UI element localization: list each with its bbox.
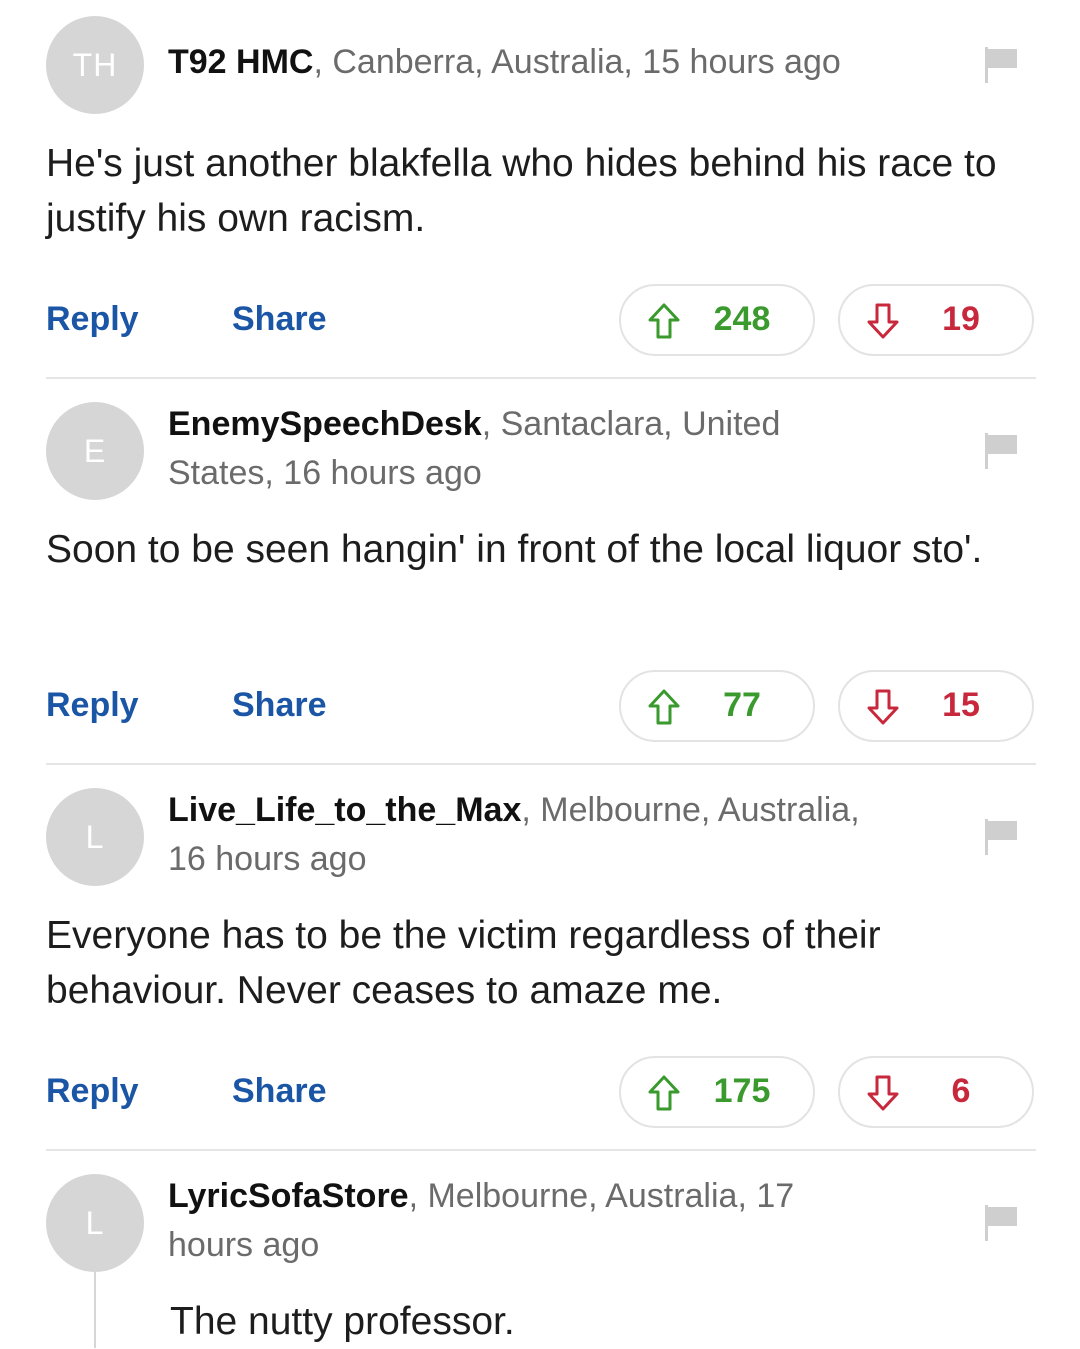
- avatar[interactable]: L: [46, 788, 144, 886]
- arrow-up-icon: [648, 689, 680, 725]
- upvote-count: 248: [713, 300, 771, 338]
- arrow-up-icon: [648, 1075, 680, 1111]
- avatar[interactable]: E: [46, 402, 144, 500]
- upvote-count: 175: [713, 1072, 771, 1110]
- share-button[interactable]: Share: [232, 300, 327, 339]
- flag-icon[interactable]: [984, 46, 1020, 84]
- location-time: , Melbourne, Australia, 17: [408, 1177, 795, 1215]
- comment-text: He's just another blakfella who hides be…: [46, 142, 997, 240]
- comment-meta: Live_Life_to_the_Max, Melbourne, Austral…: [168, 786, 888, 884]
- divider: [46, 377, 1036, 379]
- reply-button[interactable]: Reply: [46, 300, 139, 339]
- comment-meta: T92 HMC, Canberra, Australia, 15 hours a…: [168, 38, 888, 87]
- location-time: , Santaclara, United: [481, 405, 781, 443]
- username[interactable]: Live_Life_to_the_Max: [168, 791, 521, 829]
- comment-text: Soon to be seen hangin' in front of the …: [46, 528, 983, 571]
- arrow-down-icon: [867, 1075, 899, 1111]
- downvote-count: 15: [942, 686, 980, 724]
- avatar[interactable]: L: [46, 1174, 144, 1272]
- reply-button[interactable]: Reply: [46, 686, 139, 725]
- flag-icon[interactable]: [984, 432, 1020, 470]
- location-time-continued: hours ago: [168, 1226, 320, 1264]
- arrow-down-icon: [867, 689, 899, 725]
- username[interactable]: LyricSofaStore: [168, 1177, 409, 1215]
- comment-meta: EnemySpeechDesk, Santaclara, United Stat…: [168, 400, 888, 498]
- share-button[interactable]: Share: [232, 1072, 327, 1111]
- reply-button[interactable]: Reply: [46, 1072, 139, 1111]
- downvote-count: 6: [951, 1072, 971, 1110]
- comment-meta: LyricSofaStore, Melbourne, Australia, 17…: [168, 1172, 888, 1270]
- username[interactable]: T92 HMC: [168, 43, 313, 81]
- downvote-button[interactable]: 6: [838, 1056, 1034, 1128]
- upvote-button[interactable]: 77: [619, 670, 815, 742]
- arrow-down-icon: [867, 303, 899, 339]
- arrow-up-icon: [648, 303, 680, 339]
- upvote-button[interactable]: 175: [619, 1056, 815, 1128]
- avatar[interactable]: TH: [46, 16, 144, 114]
- location-time: , Melbourne, Australia,: [521, 791, 860, 829]
- location-time-continued: 16 hours ago: [168, 840, 367, 878]
- upvote-button[interactable]: 248: [619, 284, 815, 356]
- divider: [46, 763, 1036, 765]
- flag-icon[interactable]: [984, 818, 1020, 856]
- upvote-count: 77: [723, 686, 761, 724]
- downvote-button[interactable]: 15: [838, 670, 1034, 742]
- flag-icon[interactable]: [984, 1204, 1020, 1242]
- comment-text: Everyone has to be the victim regardless…: [46, 914, 881, 1012]
- comment-text: The nutty professor.: [170, 1300, 515, 1343]
- downvote-button[interactable]: 19: [838, 284, 1034, 356]
- location-time-continued: States, 16 hours ago: [168, 454, 482, 492]
- share-button[interactable]: Share: [232, 686, 327, 725]
- username[interactable]: EnemySpeechDesk: [168, 405, 482, 443]
- downvote-count: 19: [942, 300, 980, 338]
- divider: [46, 1149, 1036, 1151]
- location-time: , Canberra, Australia, 15 hours ago: [313, 43, 841, 81]
